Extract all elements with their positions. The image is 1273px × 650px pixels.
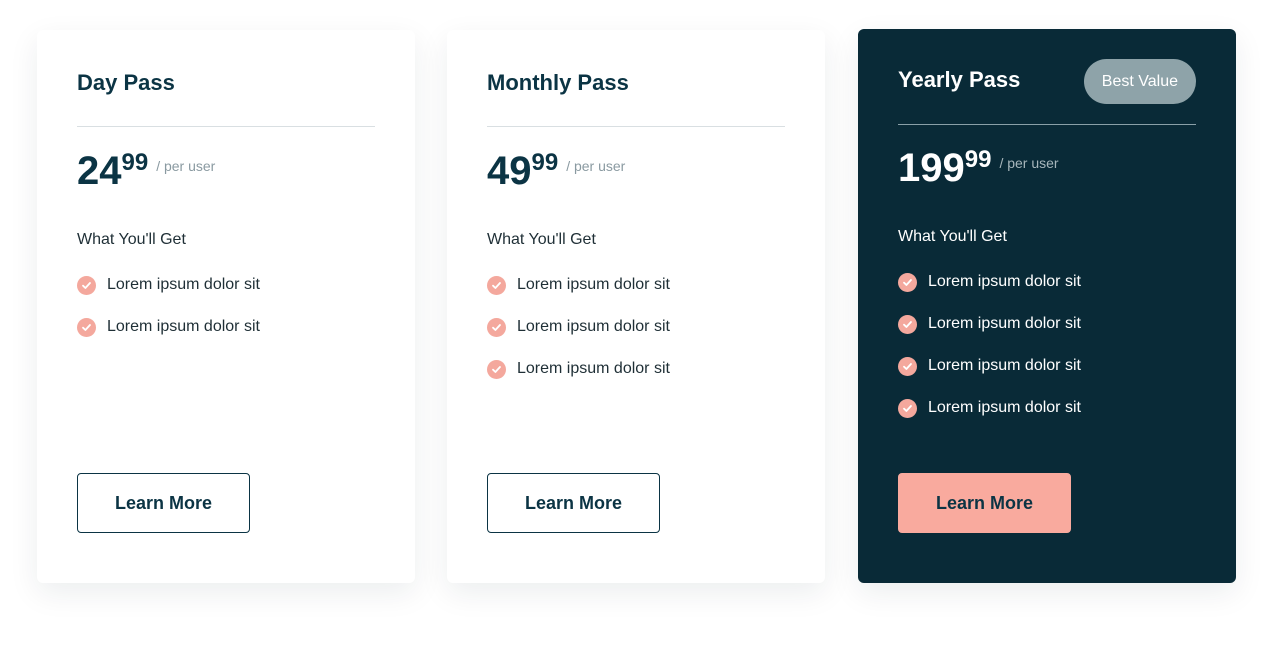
list-item: Lorem ipsum dolor sit: [898, 399, 1081, 441]
plan-card-day-pass: Day Pass 2499/ per user What You'll Get …: [37, 30, 415, 583]
price-unit: / per user: [566, 158, 626, 174]
list-item: Lorem ipsum dolor sit: [77, 276, 260, 318]
learn-more-button[interactable]: Learn More: [898, 473, 1071, 533]
check-circle-icon: [898, 315, 917, 334]
check-circle-icon: [898, 357, 917, 376]
list-item: Lorem ipsum dolor sit: [487, 360, 670, 402]
price-main: 199: [898, 146, 965, 190]
price-unit: / per user: [999, 155, 1059, 171]
price-main: 49: [487, 149, 532, 193]
price-cents: 99: [964, 146, 992, 173]
check-circle-icon: [898, 399, 917, 418]
list-item: Lorem ipsum dolor sit: [898, 315, 1081, 357]
plan-title: Yearly Pass: [898, 67, 1021, 92]
plan-card-yearly-pass: Yearly Pass Best Value 19999 / per user W…: [858, 29, 1236, 583]
plan-price: 2499 / per user: [77, 148, 215, 194]
feature-label: Lorem ipsum dolor sit: [107, 318, 260, 335]
feature-label: Lorem ipsum dolor sit: [928, 315, 1081, 332]
price-unit: / per user: [156, 158, 216, 174]
feature-label: Lorem ipsum dolor sit: [928, 273, 1081, 290]
feature-label: Lorem ipsum dolor sit: [928, 399, 1081, 416]
divider: [487, 126, 785, 127]
price-cents: 99: [121, 149, 149, 176]
plan-card-monthly-pass: Monthly Pass 4999 / per user What You'll …: [447, 30, 825, 583]
learn-more-button[interactable]: Learn More: [487, 473, 660, 533]
check-circle-icon: [487, 276, 506, 295]
check-circle-icon: [77, 276, 96, 295]
divider: [898, 124, 1196, 125]
plan-price: 4999 / per user: [487, 148, 625, 194]
list-item: Lorem ipsum dolor sit: [898, 273, 1081, 315]
plan-title: Monthly Pass: [487, 70, 629, 95]
list-item: Lorem ipsum dolor sit: [487, 276, 670, 318]
list-item: Lorem ipsum dolor sit: [487, 318, 670, 360]
divider: [77, 126, 375, 127]
feature-label: Lorem ipsum dolor sit: [107, 276, 260, 293]
plan-title: Day Pass: [77, 70, 175, 95]
feature-list: Lorem ipsum dolor sit Lorem ipsum dolor …: [898, 273, 1081, 441]
feature-list: Lorem ipsum dolor sit Lorem ipsum dolor …: [487, 276, 670, 402]
feature-label: Lorem ipsum dolor sit: [517, 318, 670, 335]
features-heading: What You'll Get: [487, 231, 596, 248]
best-value-badge: Best Value: [1083, 59, 1196, 104]
plan-price: 19999 / per user: [898, 145, 1059, 191]
feature-label: Lorem ipsum dolor sit: [928, 357, 1081, 374]
features-heading: What You'll Get: [898, 228, 1007, 245]
feature-list: Lorem ipsum dolor sit Lorem ipsum dolor …: [77, 276, 260, 360]
feature-label: Lorem ipsum dolor sit: [517, 360, 670, 377]
list-item: Lorem ipsum dolor sit: [77, 318, 260, 360]
check-circle-icon: [487, 360, 506, 379]
check-circle-icon: [487, 318, 506, 337]
learn-more-button[interactable]: Learn More: [77, 473, 250, 533]
list-item: Lorem ipsum dolor sit: [898, 357, 1081, 399]
check-circle-icon: [898, 273, 917, 292]
feature-label: Lorem ipsum dolor sit: [517, 276, 670, 293]
price-main: 24: [77, 149, 122, 193]
features-heading: What You'll Get: [77, 231, 186, 248]
check-circle-icon: [77, 318, 96, 337]
price-cents: 99: [531, 149, 559, 176]
